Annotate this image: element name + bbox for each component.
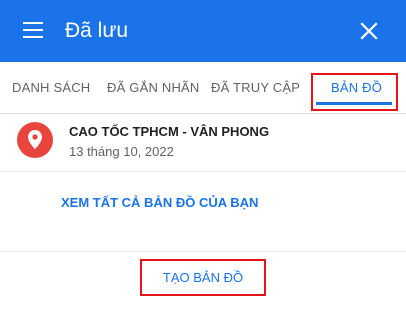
map-date: 13 tháng 10, 2022 — [69, 144, 174, 159]
map-title: CAO TỐC TPHCM - VÂN PHONG — [69, 124, 270, 139]
tab-bar: DANH SÁCH ĐÃ GẮN NHÃN ĐÃ TRUY CẬP BẢN ĐỒ — [0, 62, 406, 114]
tab-visited[interactable]: ĐÃ TRUY CẬP — [211, 80, 300, 96]
saved-panel: Đã lưu DANH SÁCH ĐÃ GẮN NHÃN ĐÃ TRUY CẬP… — [0, 0, 406, 313]
hamburger-menu-icon[interactable] — [23, 21, 43, 39]
create-map-button[interactable]: TẠO BẢN ĐỒ — [142, 262, 264, 294]
see-all-section: XEM TẤT CẢ BẢN ĐỒ CỦA BẠN — [0, 172, 406, 252]
tab-list[interactable]: DANH SÁCH — [12, 80, 90, 96]
map-pin-icon — [17, 122, 53, 158]
header-bar: Đã lưu — [0, 0, 406, 62]
page-title: Đã lưu — [65, 19, 129, 42]
map-list-item[interactable]: CAO TỐC TPHCM - VÂN PHONG 13 tháng 10, 2… — [0, 114, 406, 172]
active-tab-indicator — [316, 102, 392, 105]
close-icon[interactable] — [359, 21, 379, 41]
tab-labeled[interactable]: ĐÃ GẮN NHÃN — [107, 80, 200, 96]
see-all-maps-link[interactable]: XEM TẤT CẢ BẢN ĐỒ CỦA BẠN — [61, 194, 258, 211]
tab-maps[interactable]: BẢN ĐỒ — [331, 80, 382, 96]
